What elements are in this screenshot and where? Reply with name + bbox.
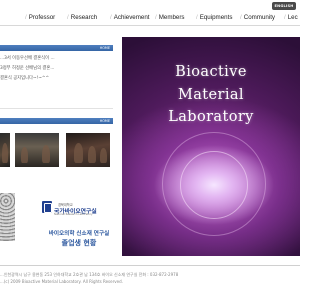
nav-item-research[interactable]: / Research xyxy=(67,12,97,24)
notice-list: ...3서 이동우선배 결혼식이 ... 3정부 허정운 선배님의 결혼... … xyxy=(0,52,113,86)
hero-glow-ring xyxy=(180,151,248,219)
nav-item-achievement[interactable]: / Achievement xyxy=(110,12,150,24)
notice-item[interactable]: 3정부 허정운 선배님의 결혼... xyxy=(0,64,113,73)
institute-sub-text: National Research Laboratory xyxy=(54,213,93,216)
hero-title-line: Material xyxy=(178,87,244,103)
nav-label: Professor xyxy=(28,14,56,21)
nav-item-members[interactable]: / Members xyxy=(155,12,185,24)
notice-more-link[interactable]: HOME xyxy=(100,45,110,51)
nav-label: Achievement xyxy=(113,14,150,21)
nav-label: Research xyxy=(70,14,98,21)
gallery-photo[interactable] xyxy=(66,133,110,167)
hero-banner: Bioactive Material Laboratory xyxy=(122,37,300,256)
gallery-more-link[interactable]: HOME xyxy=(100,118,110,124)
footer-divider xyxy=(0,265,300,266)
institute-emblem-icon xyxy=(42,201,52,213)
nav-item-professor[interactable]: / Professor xyxy=(25,12,55,24)
english-button[interactable]: ENGLISH xyxy=(272,2,296,10)
notice-panel-header: HOME xyxy=(0,45,113,51)
institute-logo-link[interactable]: 경북대학교 국가바이오연구실 National Research Laborat… xyxy=(40,199,112,217)
notice-item[interactable]: ...3서 이동우선배 결혼식이 ... xyxy=(0,54,113,63)
nav-label: Equipments xyxy=(199,14,233,21)
nav-label: Lec xyxy=(287,14,298,21)
main-nav: / Professor / Research / Achievement / Membe… xyxy=(0,12,300,24)
nav-label: Members xyxy=(158,14,185,21)
nav-label: Community xyxy=(243,14,276,21)
alumni-lab-name: 바이오의학 신소재 연구실 xyxy=(48,231,110,237)
nav-item-community[interactable]: / Community xyxy=(240,12,275,24)
notice-divider xyxy=(0,108,113,109)
nav-divider xyxy=(0,25,300,26)
top-bar: ENGLISH / Professor / Research / Achievemen… xyxy=(0,0,300,26)
footer-address: ...인천광역시 남구 용현동 253 인하대학교 2호관 남 134호 바이오… xyxy=(0,272,179,277)
nav-item-lecture[interactable]: / Lec xyxy=(284,12,298,24)
hero-title-line: Laboratory xyxy=(168,109,254,125)
sem-image-thumbnail[interactable] xyxy=(0,193,15,241)
alumni-status-label: 졸업생 현황 xyxy=(61,239,97,247)
nav-item-equipments[interactable]: / Equipments xyxy=(196,12,232,24)
alumni-link[interactable]: 바이오의학 신소재 연구실 졸업생 현황 xyxy=(46,229,112,249)
notice-item[interactable]: 결혼식 공지입니다~!~^^ xyxy=(0,74,113,83)
gallery-photo[interactable] xyxy=(0,133,10,167)
gallery-panel-header: HOME xyxy=(0,118,113,124)
gallery-photo[interactable] xyxy=(15,133,59,167)
hero-title-line: Bioactive xyxy=(175,64,247,80)
footer-copyright: ...(c) 2009 Bioactive Material Laborator… xyxy=(0,279,123,284)
